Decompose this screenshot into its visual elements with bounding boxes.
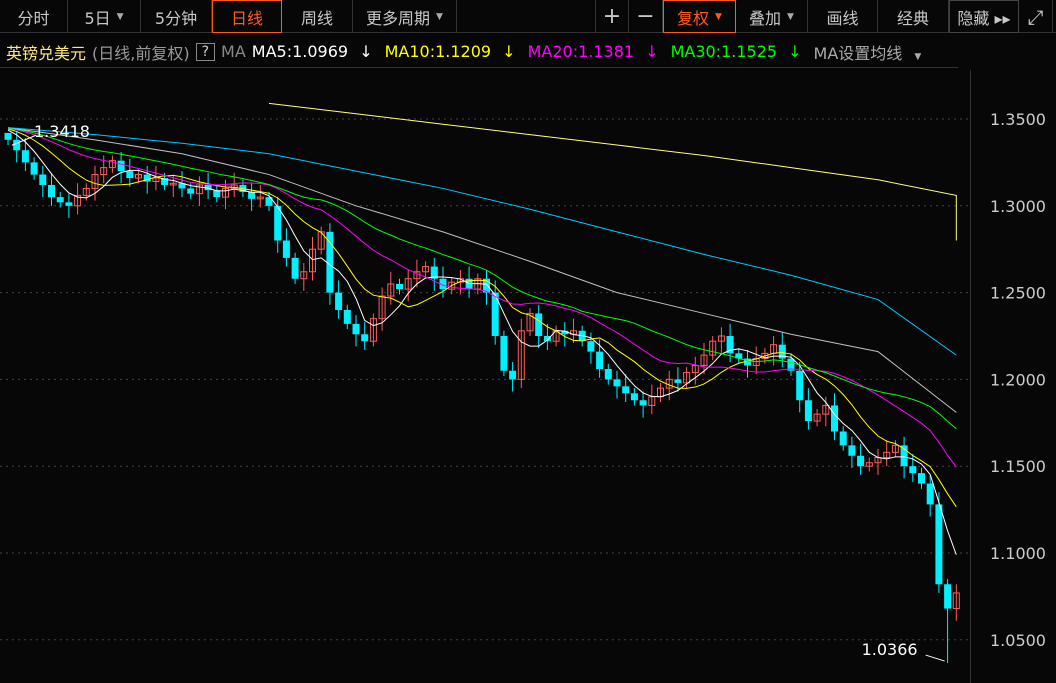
candlestick-chart[interactable]: 1.3500 1.3000 1.2500 1.2000 1.1500 1.1000 1.05… [0,70,1056,683]
candle-down [56,197,64,203]
candle-down [4,132,12,140]
zoom-out-button[interactable]: − [629,0,663,33]
ma30-value: MA30:1.1525 ↓ [670,42,802,61]
candle-down [326,231,334,293]
candle-down [804,400,812,422]
candle-down [944,584,952,609]
y-tick-label: 1.1000 [990,544,1046,563]
ma20-value: MA20:1.1381 ↓ [527,42,659,61]
tab-5day[interactable]: 5日 ▼ [68,0,141,33]
fullscreen-button[interactable]: ⤢ [1019,0,1053,33]
candle-down [535,313,543,336]
ma5-value: MA5:1.0969 ↓ [251,42,373,61]
y-tick-label: 1.3000 [990,197,1046,216]
candle-down [187,188,195,194]
caret-down-icon: ▼ [436,11,443,22]
candle-down [839,431,847,446]
candle-down [126,171,134,179]
arrow-down-icon: ↓ [502,42,516,61]
tab-5min[interactable]: 5分钟 [141,0,212,33]
draw-line-button[interactable]: 画线 [808,0,878,33]
candle-down [848,445,856,456]
ma250-line [268,102,957,241]
caret-down-icon: ▼ [787,11,794,22]
candle-down [918,473,925,484]
ma-settings-dropdown[interactable]: MA设置均线 ▼ [814,40,928,64]
ma30-line [7,127,957,430]
caret-down-icon: ▼ [116,11,124,22]
candle-down [622,386,630,394]
candle-down [639,400,647,406]
overlay-dropdown[interactable]: 叠加 ▼ [736,0,808,33]
instrument-name: 英镑兑美元 [6,43,87,63]
ma-label: MA [221,42,246,61]
candle-down [361,334,369,342]
arrow-down-icon: ↓ [645,42,659,61]
arrow-down-icon: ↓ [359,42,373,61]
toolbar: 分时 5日 ▼ 5分钟 日线 周线 更多周期 ▼ + − 复权 ▼ 叠加 ▼ 画线 经典… [0,0,1056,33]
candle-down [13,139,21,151]
ma10-line [7,128,957,508]
zoom-in-button[interactable]: + [595,0,629,33]
more-periods-dropdown[interactable]: 更多周期 ▼ [353,0,457,33]
candle-down [587,341,595,352]
fullscreen-icon: ⤢ [1027,4,1044,29]
candle-down [343,309,351,324]
candle-down [630,393,638,401]
hide-button[interactable]: 隐藏 ▸▸ [949,0,1019,33]
candle-down [21,150,29,163]
candle-down [613,379,621,387]
candle-down [796,370,804,401]
candle-down [335,292,343,310]
tab-weekly[interactable]: 周线 [282,0,353,33]
arrow-down-icon: ↓ [788,42,802,61]
candle-down [282,240,290,258]
candle-down [509,370,517,380]
y-tick-label: 1.1500 [990,457,1046,476]
candle-down [857,455,865,467]
adjust-dropdown[interactable]: 复权 ▼ [663,0,736,33]
help-button[interactable]: ? [195,42,216,61]
candle-down [248,191,256,199]
candle-down [500,336,508,371]
candle-down [30,162,38,175]
tab-intraday[interactable]: 分时 [0,0,68,33]
candle-down [831,405,838,432]
candle-down [596,351,604,369]
caret-down-icon: ▼ [914,51,922,62]
candle-down [39,174,47,185]
ma-legend: 英镑兑美元 (日线,前复权) ? MA MA5:1.0969 ↓ MA10:1.… [0,36,958,68]
axis-divider [970,70,971,683]
candle-down [48,184,55,198]
candle-down [396,283,403,290]
y-tick-label: 1.2000 [990,370,1046,389]
y-tick-label: 1.0500 [990,631,1046,650]
chart-mode: (日线,前复权) [92,43,190,63]
high-price-label: 1.3418 [34,122,90,141]
ma120-line [7,127,957,356]
candle-down [926,483,934,505]
tab-daily[interactable]: 日线 [212,0,282,33]
y-tick-label: 1.3500 [990,110,1046,129]
candle-down [352,323,360,335]
candle-down [604,368,612,380]
candle-down [65,202,73,206]
low-price-label: 1.0366 [862,640,918,659]
candle-down [117,160,125,172]
low-marker-arrow [925,654,945,662]
y-tick-label: 1.2500 [990,284,1046,303]
caret-down-icon: ▼ [715,11,722,22]
candle-down [935,504,943,585]
candle-down [909,466,917,474]
candle-down [674,379,682,383]
candle-down [291,257,299,279]
ma5-line [7,129,957,555]
classic-button[interactable]: 经典 [878,0,949,33]
ma10-value: MA10:1.1209 ↓ [384,42,516,61]
